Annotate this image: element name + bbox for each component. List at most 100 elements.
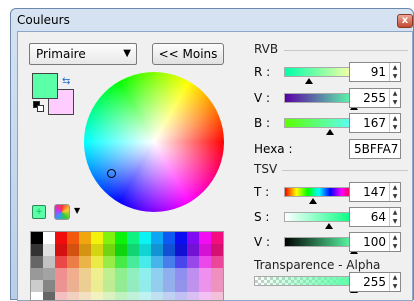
palette-cell[interactable] bbox=[55, 256, 67, 268]
palette-cell[interactable] bbox=[211, 244, 223, 256]
palette-cell[interactable] bbox=[163, 232, 175, 244]
palette-cell[interactable] bbox=[163, 280, 175, 292]
palette-cell[interactable] bbox=[127, 280, 139, 292]
palette-cell[interactable] bbox=[175, 256, 187, 268]
palette-cell[interactable] bbox=[127, 268, 139, 280]
palette-cell[interactable] bbox=[31, 244, 43, 256]
palette-cell[interactable] bbox=[139, 232, 151, 244]
palette-cell[interactable] bbox=[55, 280, 67, 292]
palette-cell[interactable] bbox=[31, 280, 43, 292]
palette-cell[interactable] bbox=[211, 268, 223, 280]
spin-arrows-icon[interactable]: ▲ ▼ bbox=[389, 183, 400, 201]
palette-cell[interactable] bbox=[31, 268, 43, 280]
palette-cell[interactable] bbox=[127, 244, 139, 256]
palette-cell[interactable] bbox=[67, 268, 79, 280]
palette-cell[interactable] bbox=[151, 280, 163, 292]
palette-cell[interactable] bbox=[43, 232, 55, 244]
palette-cell[interactable] bbox=[139, 280, 151, 292]
palette-cell[interactable] bbox=[103, 280, 115, 292]
palette-cell[interactable] bbox=[79, 256, 91, 268]
palette-cell[interactable] bbox=[103, 268, 115, 280]
s-spinbox[interactable]: 64 ▲ ▼ bbox=[349, 207, 401, 227]
primary-color-swatch[interactable] bbox=[32, 73, 58, 99]
palette-cell[interactable] bbox=[151, 268, 163, 280]
palette-cell[interactable] bbox=[211, 256, 223, 268]
palette-cell[interactable] bbox=[211, 232, 223, 244]
close-button[interactable]: x bbox=[397, 14, 413, 28]
palette-cell[interactable] bbox=[67, 232, 79, 244]
palette-cell[interactable] bbox=[103, 232, 115, 244]
palette-cell[interactable] bbox=[91, 232, 103, 244]
alpha-spinbox[interactable]: 255 ▲ ▼ bbox=[349, 272, 401, 292]
palette-cell[interactable] bbox=[163, 244, 175, 256]
color-mode-dropdown[interactable]: Primaire ▼ bbox=[29, 43, 137, 65]
palette-cell[interactable] bbox=[43, 280, 55, 292]
palette-cell[interactable] bbox=[79, 232, 91, 244]
v-slider[interactable] bbox=[284, 237, 354, 247]
palette-cell[interactable] bbox=[43, 268, 55, 280]
palette-cell[interactable] bbox=[31, 256, 43, 268]
palette-cell[interactable] bbox=[103, 256, 115, 268]
palette-cell[interactable] bbox=[199, 244, 211, 256]
palette-cell[interactable] bbox=[103, 244, 115, 256]
palette-cell[interactable] bbox=[187, 232, 199, 244]
h-spinbox[interactable]: 147 ▲ ▼ bbox=[349, 182, 401, 202]
spin-arrows-icon[interactable]: ▲ ▼ bbox=[389, 208, 400, 226]
palette-cell[interactable] bbox=[115, 256, 127, 268]
palette-cell[interactable] bbox=[151, 256, 163, 268]
h-slider-thumb[interactable] bbox=[308, 198, 317, 204]
palette-cell[interactable] bbox=[91, 256, 103, 268]
palette-cell[interactable] bbox=[55, 232, 67, 244]
palette-cell[interactable] bbox=[115, 280, 127, 292]
palette-cell[interactable] bbox=[91, 268, 103, 280]
reset-colors-icon[interactable] bbox=[33, 101, 45, 113]
palette-cell[interactable] bbox=[67, 244, 79, 256]
palette-cell[interactable] bbox=[79, 280, 91, 292]
palette-cell[interactable] bbox=[115, 268, 127, 280]
g-spinbox[interactable]: 255 ▲ ▼ bbox=[349, 88, 401, 108]
palette-cell[interactable] bbox=[31, 232, 43, 244]
b-slider-thumb[interactable] bbox=[325, 129, 334, 135]
palette-cell[interactable] bbox=[175, 268, 187, 280]
palette-cell[interactable] bbox=[43, 244, 55, 256]
palette-cell[interactable] bbox=[43, 256, 55, 268]
hex-input[interactable]: 5BFFA7 bbox=[349, 139, 401, 159]
palette-cell[interactable] bbox=[187, 244, 199, 256]
spin-arrows-icon[interactable]: ▲ ▼ bbox=[389, 63, 400, 81]
add-to-palette-icon[interactable]: + bbox=[32, 205, 46, 219]
r-slider-thumb[interactable] bbox=[304, 78, 313, 84]
palette-menu-icon[interactable] bbox=[54, 204, 70, 220]
b-slider[interactable] bbox=[284, 118, 354, 128]
s-slider[interactable] bbox=[284, 212, 354, 222]
palette-cell[interactable] bbox=[55, 268, 67, 280]
palette-cell[interactable] bbox=[199, 256, 211, 268]
palette-cell[interactable] bbox=[151, 244, 163, 256]
palette-cell[interactable] bbox=[79, 244, 91, 256]
color-wheel-marker[interactable] bbox=[107, 169, 116, 178]
v-spinbox[interactable]: 100 ▲ ▼ bbox=[349, 232, 401, 252]
palette-caret-icon[interactable]: ▼ bbox=[74, 206, 80, 215]
g-slider[interactable] bbox=[284, 93, 354, 103]
palette-cell[interactable] bbox=[199, 268, 211, 280]
palette-cell[interactable] bbox=[127, 232, 139, 244]
color-palette[interactable] bbox=[30, 231, 224, 301]
palette-cell[interactable] bbox=[115, 244, 127, 256]
palette-cell[interactable] bbox=[139, 256, 151, 268]
palette-cell[interactable] bbox=[91, 280, 103, 292]
palette-cell[interactable] bbox=[139, 244, 151, 256]
spin-arrows-icon[interactable]: ▲ ▼ bbox=[389, 89, 400, 107]
palette-cell[interactable] bbox=[187, 256, 199, 268]
palette-cell[interactable] bbox=[139, 268, 151, 280]
less-button[interactable]: << Moins bbox=[152, 43, 224, 65]
palette-cell[interactable] bbox=[55, 244, 67, 256]
palette-cell[interactable] bbox=[67, 280, 79, 292]
alpha-slider[interactable] bbox=[254, 276, 354, 286]
palette-cell[interactable] bbox=[151, 232, 163, 244]
spin-arrows-icon[interactable]: ▲ ▼ bbox=[389, 273, 400, 291]
palette-cell[interactable] bbox=[187, 280, 199, 292]
spin-arrows-icon[interactable]: ▲ ▼ bbox=[389, 114, 400, 132]
palette-cell[interactable] bbox=[163, 256, 175, 268]
color-wheel[interactable] bbox=[84, 72, 224, 212]
palette-cell[interactable] bbox=[127, 256, 139, 268]
spin-arrows-icon[interactable]: ▲ ▼ bbox=[389, 233, 400, 251]
